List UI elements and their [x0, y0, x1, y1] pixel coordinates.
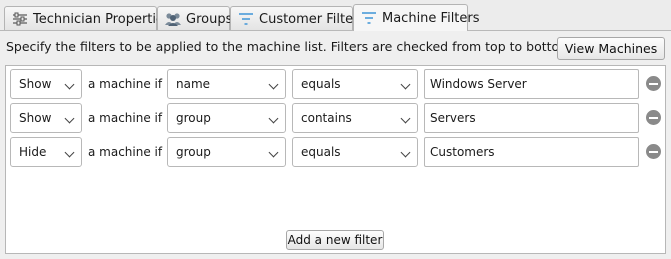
filter-value-input[interactable]: Customers — [424, 137, 639, 167]
groups-icon — [164, 11, 182, 27]
filter-list: Show a machine if its name equals Window… — [5, 65, 666, 254]
filter-row: Show a machine if its group contains Ser… — [6, 103, 667, 133]
view-machines-button[interactable]: View Machines — [557, 37, 665, 60]
action-select[interactable]: Hide — [10, 137, 82, 167]
chevron-down-icon — [400, 79, 411, 90]
add-filter-button[interactable]: Add a new filter — [286, 230, 384, 250]
field-value: group — [176, 111, 211, 125]
operator-value: equals — [301, 77, 341, 91]
action-value: Hide — [19, 145, 47, 159]
sliders-icon — [11, 11, 29, 27]
operator-select[interactable]: equals — [292, 137, 418, 167]
filter-value-text: Servers — [430, 111, 476, 125]
filter-icon — [360, 10, 378, 26]
tab-bar: Technician Properties Groups Customer Fi… — [0, 0, 671, 31]
tab-technician-properties[interactable]: Technician Properties — [4, 6, 171, 31]
remove-filter-icon[interactable] — [646, 144, 661, 159]
chevron-down-icon — [64, 147, 75, 158]
filter-row: Show a machine if its name equals Window… — [6, 69, 667, 99]
tab-machine-filters[interactable]: Machine Filters — [353, 4, 480, 31]
filter-value-text: Windows Server — [430, 77, 527, 91]
chevron-down-icon — [268, 147, 279, 158]
remove-filter-icon[interactable] — [646, 110, 661, 125]
chevron-down-icon — [400, 147, 411, 158]
action-select[interactable]: Show — [10, 103, 82, 133]
filter-row: Hide a machine if its group equals Custo… — [6, 137, 667, 167]
field-select[interactable]: group — [167, 137, 286, 167]
chevron-down-icon — [64, 79, 75, 90]
tab-label: Groups — [186, 11, 233, 27]
field-value: name — [176, 77, 211, 91]
filter-icon — [237, 11, 255, 27]
operator-value: contains — [301, 111, 352, 125]
chevron-down-icon — [268, 79, 279, 90]
filters-description: Specify the filters to be applied to the… — [6, 39, 576, 54]
field-select[interactable]: group — [167, 103, 286, 133]
tab-label: Machine Filters — [382, 10, 480, 26]
field-select[interactable]: name — [167, 69, 286, 99]
remove-filter-icon[interactable] — [646, 76, 661, 91]
tab-groups[interactable]: Groups — [157, 6, 233, 31]
action-value: Show — [19, 111, 52, 125]
chevron-down-icon — [64, 113, 75, 124]
field-value: group — [176, 145, 211, 159]
tab-customer-filters[interactable]: Customer Filters — [230, 6, 365, 31]
tab-label: Customer Filters — [259, 11, 366, 27]
filter-value-text: Customers — [430, 145, 495, 159]
tab-label: Technician Properties — [33, 11, 171, 27]
chevron-down-icon — [400, 113, 411, 124]
chevron-down-icon — [268, 113, 279, 124]
operator-select[interactable]: equals — [292, 69, 418, 99]
operator-select[interactable]: contains — [292, 103, 418, 133]
action-value: Show — [19, 77, 52, 91]
action-select[interactable]: Show — [10, 69, 82, 99]
operator-value: equals — [301, 145, 341, 159]
filter-value-input[interactable]: Windows Server — [424, 69, 639, 99]
filter-value-input[interactable]: Servers — [424, 103, 639, 133]
